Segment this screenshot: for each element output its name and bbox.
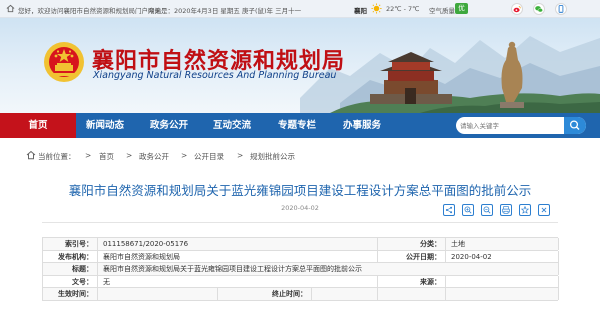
wechat-icon[interactable]	[533, 3, 545, 15]
info-table: 索引号： 011158671/2020-05176 分类： 土地 发布机构： 襄…	[42, 237, 559, 301]
site-subtitle: Xiangyang Natural Resources And Planning…	[93, 70, 337, 81]
header-banner: 襄阳市自然资源和规划局 Xiangyang Natural Resources …	[0, 18, 600, 113]
pubdate-value: 2020-04-02	[451, 252, 492, 261]
divider	[42, 222, 558, 223]
nav-item-government-affairs[interactable]: 政务公开	[140, 113, 198, 138]
category-label: 分类：	[420, 240, 441, 248]
breadcrumb-sep: >	[181, 151, 188, 160]
share-icon[interactable]	[443, 204, 455, 216]
table-row: 索引号： 011158671/2020-05176 分类： 土地	[43, 238, 559, 251]
title-label: 标题：	[72, 265, 93, 273]
breadcrumb-sep: >	[237, 151, 244, 160]
date-text: 今天是：2020年4月3日 星期五 庚子(鼠)年 三月十一	[148, 7, 302, 15]
index-value: 011158671/2020-05176	[103, 240, 189, 248]
mobile-icon[interactable]	[555, 3, 567, 15]
welcome-text: 您好，欢迎访问襄阳市自然资源和规划局门户网站	[18, 7, 161, 15]
table-row: 标题： 襄阳市自然资源和规划局关于蓝光雍锦园项目建设工程设计方案总平面图的批前公…	[43, 263, 559, 276]
breadcrumb-prefix: 当前位置：	[38, 152, 76, 161]
sun-icon	[371, 3, 382, 14]
source-label: 来源：	[420, 277, 441, 286]
national-emblem-logo	[44, 42, 84, 82]
breadcrumb-sep: >	[85, 151, 92, 160]
article-title: 襄阳市自然资源和规划局关于蓝光雍锦园项目建设工程设计方案总平面图的批前公示	[68, 183, 532, 198]
expiry-value	[315, 288, 375, 300]
weather-city: 襄阳	[354, 7, 367, 15]
source-value	[451, 276, 551, 288]
effective-label: 生效时间：	[58, 290, 93, 298]
breadcrumb-item-home[interactable]: 首页	[99, 151, 114, 162]
temperature-text: 22℃ - 7℃	[386, 5, 420, 13]
docno-label: 文号：	[72, 277, 93, 286]
air-quality-badge: 优	[455, 3, 468, 14]
search-input[interactable]	[460, 119, 560, 132]
search-icon	[569, 120, 580, 130]
pubdate-label: 公开日期：	[406, 252, 441, 261]
table-row: 文号： 无 来源：	[43, 275, 559, 288]
nav-item-special-topics[interactable]: 专题专栏	[268, 113, 326, 138]
page: 您好，欢迎访问襄阳市自然资源和规划局门户网站 今天是：2020年4月3日 星期五…	[0, 0, 600, 313]
search-button[interactable]	[564, 117, 586, 134]
effective-value	[103, 288, 213, 300]
breadcrumb-item-government-affairs[interactable]: 政务公开	[139, 151, 169, 162]
print-icon[interactable]	[500, 204, 512, 216]
category-value: 土地	[451, 240, 465, 248]
location-home-icon	[26, 150, 36, 160]
search-box	[456, 117, 586, 134]
zoom-in-icon[interactable]	[462, 204, 474, 216]
issuer-value: 襄阳市自然资源和规划局	[103, 252, 180, 261]
nav-item-interaction[interactable]: 互动交流	[203, 113, 261, 138]
expiry-label: 终止时间：	[272, 290, 307, 298]
nav-item-home[interactable]: 首页	[0, 113, 76, 138]
table-row: 发布机构： 襄阳市自然资源和规划局 公开日期： 2020-04-02	[43, 250, 559, 263]
zoom-out-icon[interactable]	[481, 204, 493, 216]
nav-item-news[interactable]: 新闻动态	[76, 113, 134, 138]
top-bar: 您好，欢迎访问襄阳市自然资源和规划局门户网站 今天是：2020年4月3日 星期五…	[0, 0, 600, 18]
close-icon[interactable]	[538, 204, 550, 216]
nav-item-services[interactable]: 办事服务	[333, 113, 391, 138]
table-row: 生效时间： 终止时间：	[43, 288, 559, 301]
breadcrumb-sep: >	[126, 151, 133, 160]
star-icon[interactable]	[519, 204, 531, 216]
breadcrumb-item-planning-notice[interactable]: 规划批前公示	[250, 151, 295, 162]
docno-value: 无	[103, 277, 110, 286]
weibo-icon[interactable]	[511, 3, 523, 15]
index-label: 索引号：	[65, 240, 93, 248]
breadcrumb-item-catalog[interactable]: 公开目录	[194, 151, 224, 162]
title-value: 襄阳市自然资源和规划局关于蓝光雍锦园项目建设工程设计方案总平面图的批前公示	[103, 265, 362, 273]
home-icon[interactable]	[6, 4, 15, 13]
issuer-label: 发布机构：	[58, 252, 93, 261]
